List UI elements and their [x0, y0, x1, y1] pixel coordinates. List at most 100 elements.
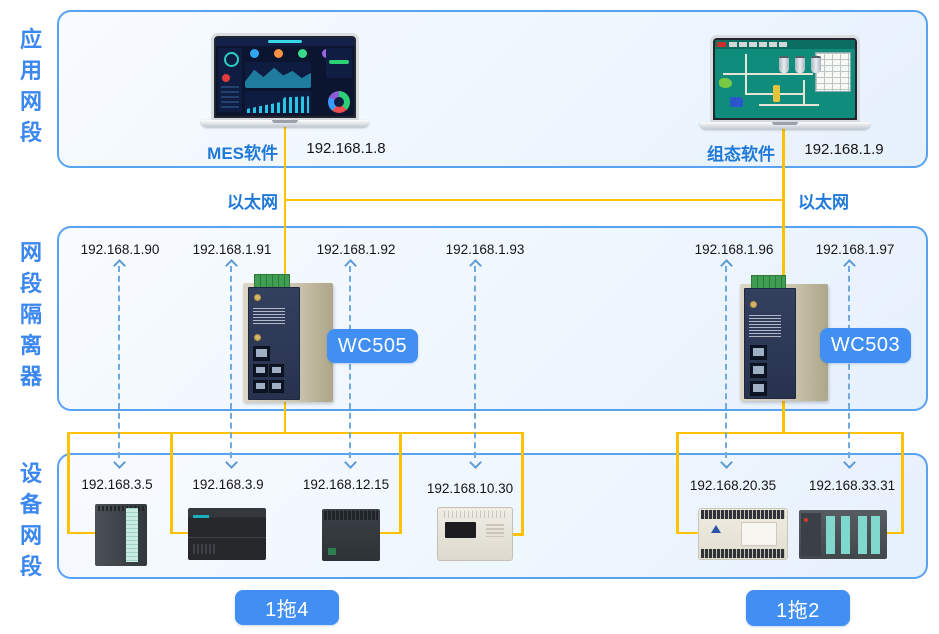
decor [795, 56, 805, 73]
decor [741, 522, 777, 546]
decor [245, 62, 311, 88]
decor [245, 91, 311, 113]
wc505-badge: WC505 [327, 329, 418, 363]
decor [749, 315, 781, 337]
device-ip-label: 192.168.10.30 [410, 481, 530, 496]
ethernet-port [750, 381, 767, 396]
decor [711, 525, 721, 533]
decor [324, 511, 378, 520]
decor [328, 91, 350, 113]
section-label-device: 设备网段 [16, 458, 46, 582]
decor [193, 544, 215, 554]
decor [759, 104, 819, 106]
decor [729, 42, 789, 47]
plc-figure-5 [698, 508, 788, 560]
decor [445, 522, 476, 538]
decor [826, 516, 835, 554]
wc503-badge: WC503 [820, 328, 911, 363]
decor [250, 49, 259, 58]
network-topology-diagram: 应用网段 网段隔离器 设备网段 [0, 0, 939, 634]
mes-software-label: MES软件 [160, 139, 278, 164]
mapped-ip-label: 192.168.1.96 [674, 242, 794, 257]
device-ip-label: 192.168.33.31 [792, 478, 912, 493]
nat-mapping-dashed-line-5 [725, 266, 727, 458]
device-ip-label: 192.168.20.35 [673, 478, 793, 493]
mes-dashboard-screenshot [216, 38, 354, 116]
laptop-screen [211, 33, 359, 120]
decor [730, 97, 743, 107]
decor [254, 294, 261, 301]
decor [701, 510, 785, 519]
section-label-isolator: 网段隔离器 [16, 237, 46, 392]
ethernet-port [750, 363, 767, 378]
laptop-base [700, 122, 870, 129]
decor [701, 549, 785, 558]
mapped-ip-label: 192.168.1.91 [172, 242, 292, 257]
decor [188, 537, 266, 538]
decor [803, 80, 805, 106]
scada-ip-label: 192.168.1.9 [784, 141, 904, 158]
ethernet-port [253, 364, 268, 377]
decor [804, 518, 808, 522]
decor [193, 515, 209, 518]
plc-figure-1 [95, 504, 147, 566]
mapped-ip-label: 192.168.1.90 [60, 242, 180, 257]
plc-figure-4 [437, 507, 513, 561]
decor [126, 508, 138, 562]
decor [253, 308, 285, 324]
mapped-ip-label: 192.168.1.92 [296, 242, 416, 257]
group-badge-1-to-4: 1拖4 [235, 590, 339, 625]
device-bus-right [676, 432, 903, 435]
nat-mapping-dashed-line-1 [118, 266, 120, 458]
plc-figure-2 [188, 508, 266, 560]
ethernet-port [253, 346, 270, 361]
decor [248, 287, 300, 401]
ethernet-port [269, 380, 284, 393]
mes-ip-label: 192.168.1.8 [286, 140, 406, 157]
device-ip-label: 192.168.3.5 [57, 477, 177, 492]
decor [723, 73, 813, 75]
scada-software-label: 组态软件 [657, 140, 775, 165]
ethernet-port [269, 364, 284, 377]
nat-mapping-dashed-line-2 [230, 266, 232, 458]
decor [486, 524, 504, 537]
scada-laptop [700, 35, 870, 129]
decor [329, 60, 349, 64]
isolator-wc503-figure [740, 284, 828, 401]
decor [779, 56, 789, 73]
isolator-wc505-figure [243, 283, 333, 402]
decor [717, 42, 726, 47]
decor [298, 49, 307, 58]
decor [224, 52, 239, 67]
decor [858, 516, 867, 554]
decor [871, 516, 880, 554]
mapped-ip-label: 192.168.1.97 [795, 242, 915, 257]
device-ip-label: 192.168.3.9 [168, 477, 288, 492]
decor [268, 40, 301, 43]
decor [328, 548, 336, 555]
mapped-ip-label: 192.168.1.93 [425, 242, 545, 257]
section-label-application: 应用网段 [16, 24, 46, 148]
group-badge-1-to-2: 1拖2 [746, 590, 850, 626]
ethernet-line-horizontal [284, 199, 785, 202]
ethernet-port [750, 345, 767, 360]
decor [719, 78, 732, 88]
ethernet-label-right: 以太网 [798, 188, 849, 213]
laptop-screen [710, 35, 860, 122]
device-ip-label: 192.168.12.15 [286, 477, 406, 492]
device-feed-6 [885, 532, 903, 535]
decor [750, 301, 757, 308]
decor [811, 56, 821, 73]
nat-mapping-dashed-line-4 [474, 266, 476, 458]
plc-figure-3 [322, 509, 380, 561]
decor [444, 511, 506, 518]
laptop-base [201, 120, 369, 127]
scada-hmi-screenshot [715, 40, 855, 118]
decor [254, 334, 261, 341]
ethernet-label-left: 以太网 [206, 188, 278, 213]
decor [744, 288, 795, 400]
device-bus-left [67, 432, 523, 435]
decor [222, 74, 230, 82]
decor [745, 54, 747, 94]
plc-figure-6 [799, 510, 887, 559]
